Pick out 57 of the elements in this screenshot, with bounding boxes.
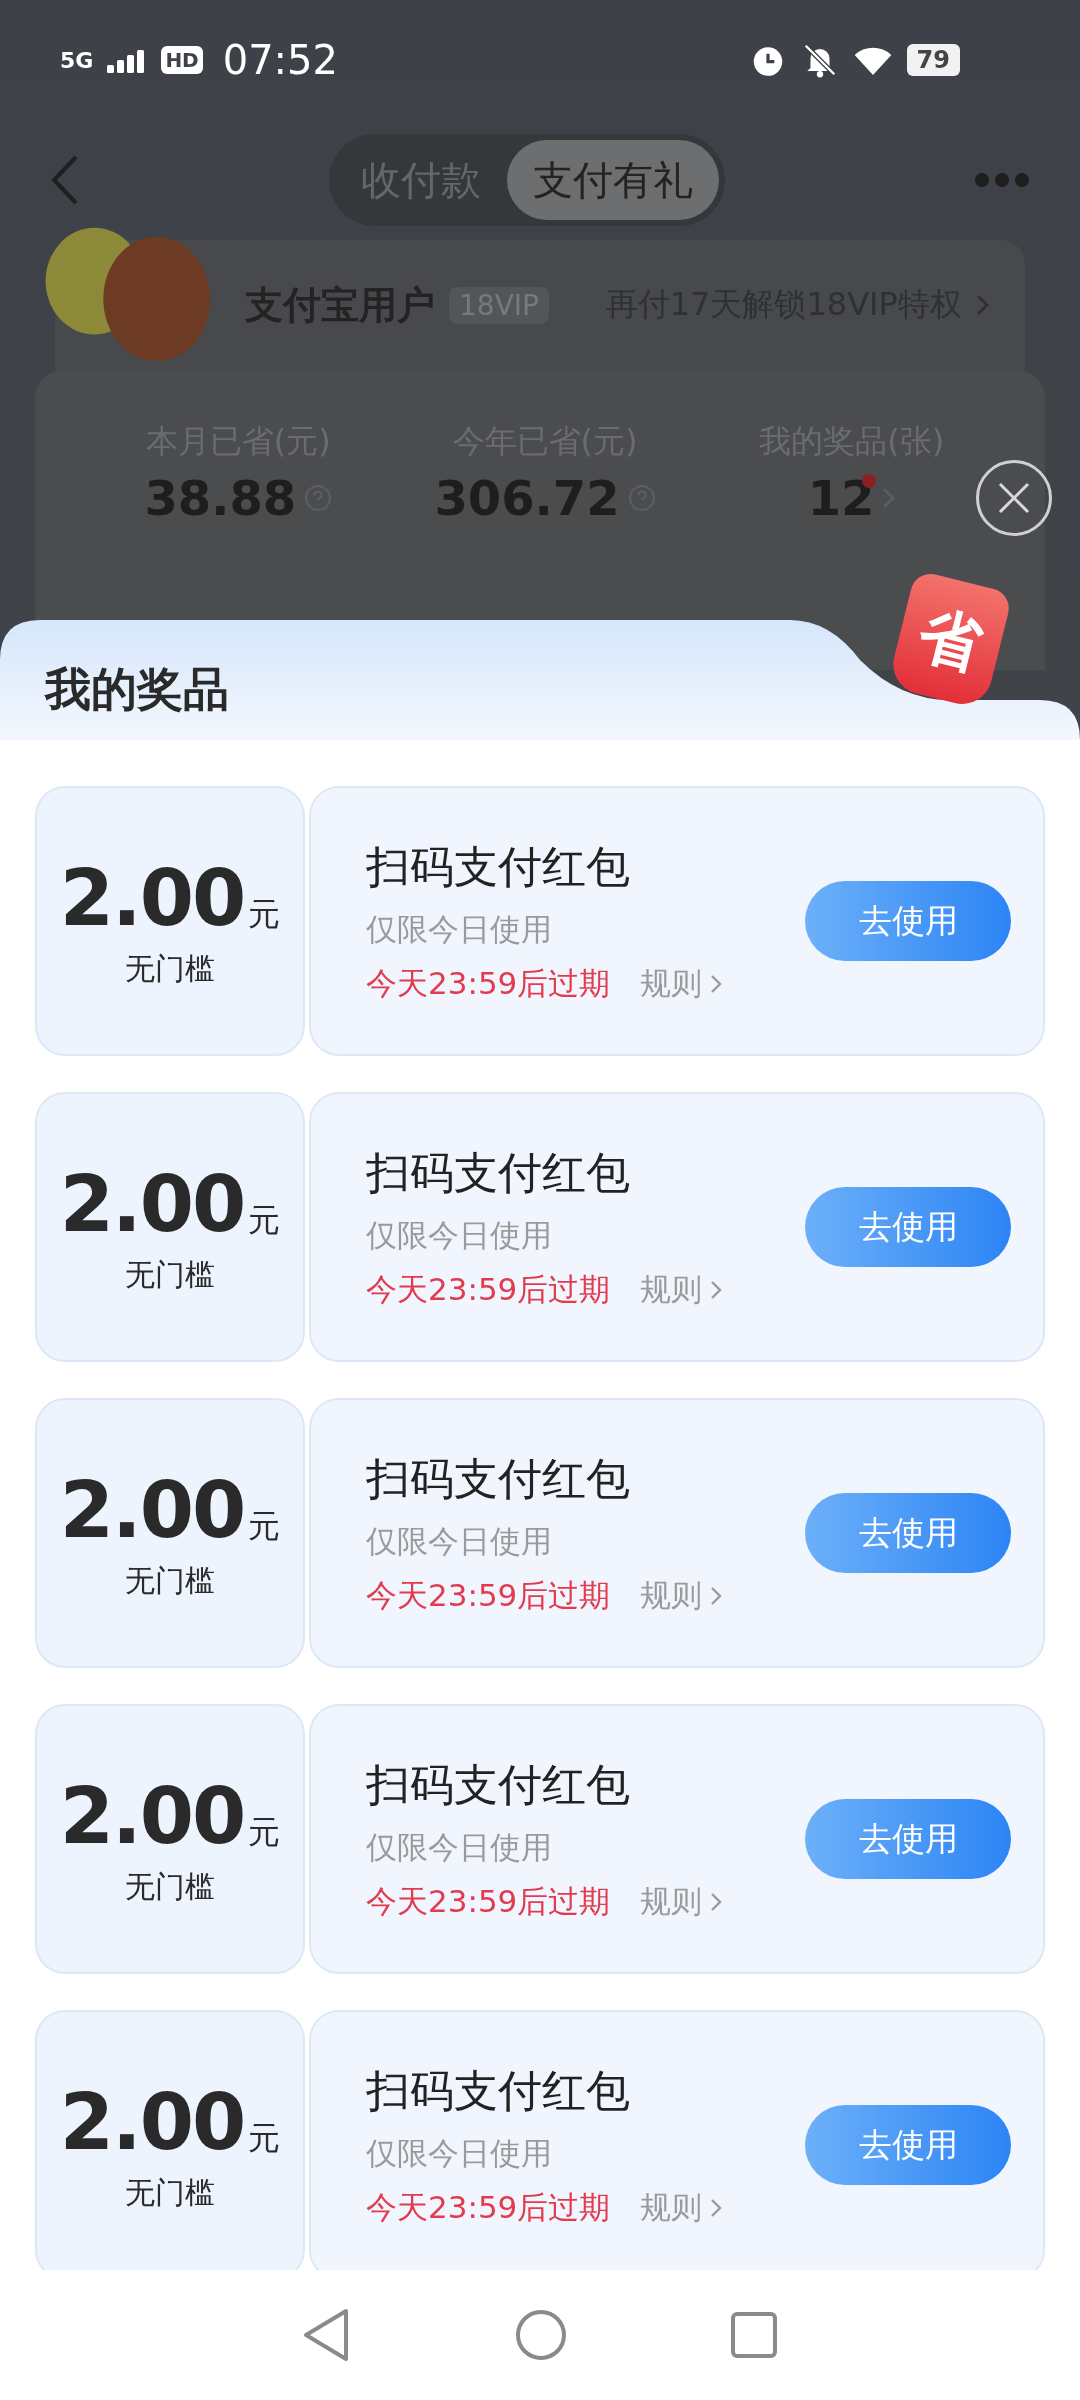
close-button[interactable] bbox=[976, 460, 1052, 536]
coupon-amount: 2.00 bbox=[59, 2076, 245, 2167]
coupon-amount: 2.00 bbox=[59, 1770, 245, 1861]
coupon-condition: 无门槛 bbox=[125, 1867, 215, 1906]
coupon-title: 扫码支付红包 bbox=[366, 1451, 631, 1506]
chevron-icon bbox=[710, 2197, 723, 2218]
tab[interactable]: 支付有礼 bbox=[507, 140, 719, 220]
rules-link[interactable]: 规则 bbox=[640, 1268, 723, 1311]
coupon-title: 扫码支付红包 bbox=[366, 1145, 631, 1200]
chevron-icon bbox=[710, 973, 723, 994]
coupon-condition: 无门槛 bbox=[125, 2173, 215, 2212]
chevron-icon bbox=[710, 1891, 723, 1912]
coupon-title: 扫码支付红包 bbox=[366, 839, 631, 894]
coupon-condition: 无门槛 bbox=[125, 1561, 215, 1600]
expiry-text: 今天23:59后过期 bbox=[366, 2187, 611, 2227]
rules-link[interactable]: 规则 bbox=[640, 1880, 723, 1923]
chevron-icon bbox=[710, 1279, 723, 1300]
expiry-text: 今天23:59后过期 bbox=[366, 1575, 611, 1615]
coupon-note: 仅限今日使用 bbox=[366, 909, 553, 949]
expiry-text: 今天23:59后过期 bbox=[366, 1269, 611, 1309]
currency-unit: 元 bbox=[248, 1199, 281, 1241]
home-nav-icon[interactable] bbox=[515, 2309, 567, 2361]
clock-time: 07:52 bbox=[222, 37, 338, 83]
currency-unit: 元 bbox=[248, 1811, 281, 1853]
coupon-note: 仅限今日使用 bbox=[366, 1827, 553, 1867]
coupon-amount: 2.00 bbox=[59, 852, 245, 943]
coupon-note: 仅限今日使用 bbox=[366, 1215, 553, 1255]
coupon-amount: 2.00 bbox=[59, 1158, 245, 1249]
battery-level: 79 bbox=[906, 44, 960, 76]
currency-unit: 元 bbox=[248, 893, 281, 935]
recents-nav-icon[interactable] bbox=[730, 2311, 779, 2359]
coupon-condition: 无门槛 bbox=[125, 949, 215, 988]
currency-unit: 元 bbox=[248, 2117, 281, 2159]
rules-link[interactable]: 规则 bbox=[640, 962, 723, 1005]
use-button[interactable]: 去使用 bbox=[805, 1799, 1011, 1879]
currency-unit: 元 bbox=[248, 1505, 281, 1547]
expiry-text: 今天23:59后过期 bbox=[366, 1881, 611, 1921]
coupon-title: 扫码支付红包 bbox=[366, 1757, 631, 1812]
chevron-icon bbox=[710, 1585, 723, 1606]
use-button[interactable]: 去使用 bbox=[805, 2105, 1011, 2185]
coupon-note: 仅限今日使用 bbox=[366, 1521, 553, 1561]
use-button[interactable]: 去使用 bbox=[805, 1187, 1011, 1267]
coupon-title: 扫码支付红包 bbox=[366, 2063, 631, 2118]
use-button[interactable]: 去使用 bbox=[805, 881, 1011, 961]
coupon-note: 仅限今日使用 bbox=[366, 2133, 553, 2173]
coupon-amount: 2.00 bbox=[59, 1464, 245, 1555]
network-label: 5G bbox=[60, 47, 94, 73]
sheet-title: 我的奖品 bbox=[45, 661, 229, 718]
chevron-icon bbox=[975, 294, 989, 316]
rules-link[interactable]: 规则 bbox=[640, 1574, 723, 1617]
use-button[interactable]: 去使用 bbox=[805, 1493, 1011, 1573]
back-icon[interactable] bbox=[50, 155, 80, 205]
hd-badge: HD bbox=[161, 46, 203, 74]
rules-link[interactable]: 规则 bbox=[640, 2186, 723, 2229]
expiry-text: 今天23:59后过期 bbox=[366, 963, 611, 1003]
coupon-condition: 无门槛 bbox=[125, 1255, 215, 1294]
more-icon[interactable] bbox=[974, 172, 1030, 188]
